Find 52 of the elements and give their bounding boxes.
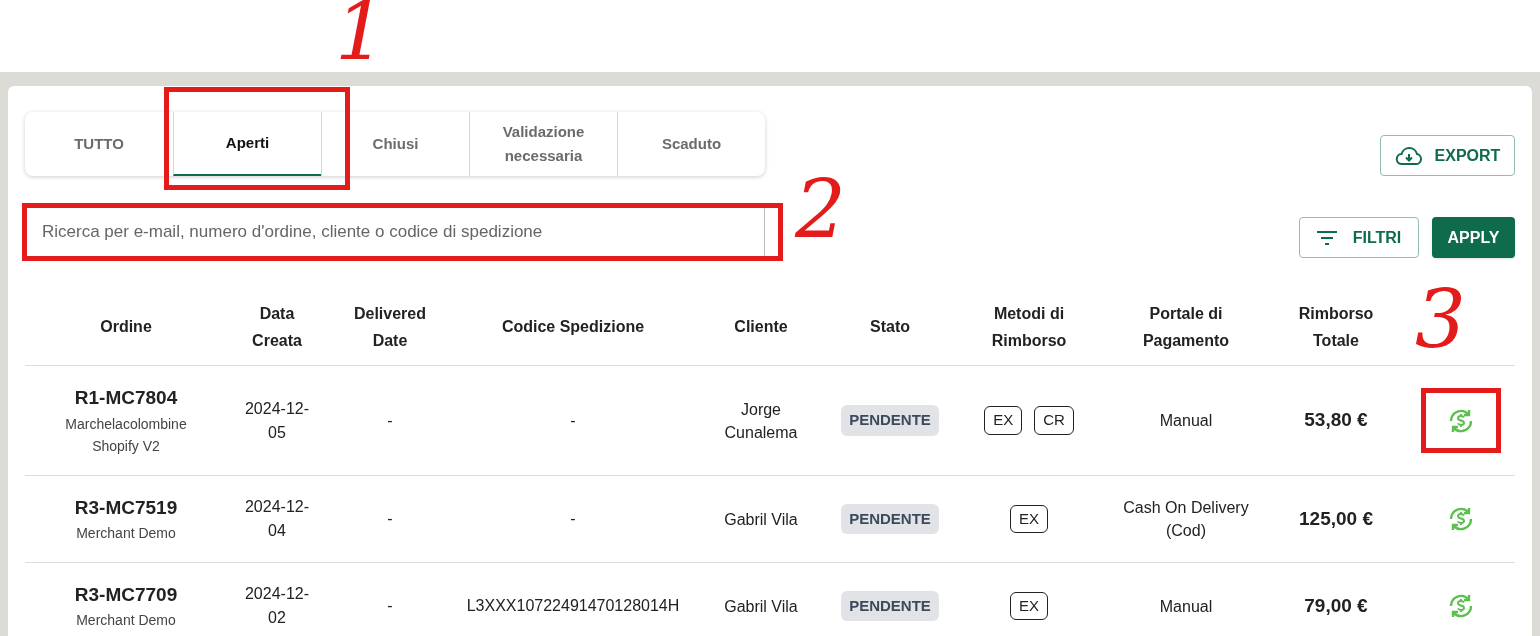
method-tag: EX [1010, 504, 1048, 534]
merchant-name: Merchant Demo [75, 611, 177, 631]
column-header: Metodi di Rimborso [990, 303, 1068, 351]
filter-icon [1316, 230, 1337, 245]
table-cell-text: Cash On Delivery (Cod) [1122, 498, 1250, 541]
status-badge: PENDENTE [841, 590, 939, 622]
method-tag: EX [1010, 591, 1048, 621]
annotation-number: 3 [1415, 272, 1466, 368]
table-cell-text: Manual [1158, 596, 1214, 617]
table-cell-text: - [387, 410, 393, 431]
column-header: Data Creata [251, 303, 303, 351]
column-header: Codice Spedizione [500, 317, 646, 337]
table-cell-text: Manual [1158, 411, 1214, 431]
method-tag: EX [984, 406, 1023, 435]
annotation-number: 2 [795, 162, 846, 258]
table-cell-text: 2024-12-04 [243, 497, 310, 541]
table-cell-text: 2024-12-02 [243, 584, 310, 628]
table-cell-text: - [570, 509, 576, 529]
method-tag: CR [1034, 406, 1074, 435]
column-header: Stato [869, 317, 911, 337]
column-header: Cliente [733, 317, 789, 337]
tab[interactable]: TUTTO [25, 112, 173, 176]
cloud-download-icon [1394, 145, 1423, 166]
tab[interactable]: Validazione necessaria [469, 112, 617, 176]
table-cell-text: 53,80 € [1304, 408, 1368, 433]
table-cell-text: 125,00 € [1299, 506, 1373, 531]
order-number[interactable]: R1-MC7804 [74, 384, 178, 413]
table-cell-text: - [387, 596, 393, 616]
table-cell-text: - [387, 509, 393, 529]
table-cell-text: L3XXX10722491470128014H [466, 596, 680, 616]
merchant-name: Marchelacolombine Shopify V2 [64, 414, 188, 456]
column-header: Delivered Date [352, 303, 427, 351]
tab[interactable]: Chiusi [321, 112, 469, 176]
merchant-name: Merchant Demo [75, 524, 177, 544]
tab[interactable]: Scaduto [617, 112, 765, 176]
table-cell-text: Gabril Vila [724, 596, 798, 617]
column-header: Portale di Pagamento [1141, 303, 1231, 351]
table-cell-text: 79,00 € [1304, 593, 1368, 618]
table-cell-text: Jorge Cunalema [723, 399, 799, 443]
column-header: Rimborso Totale [1297, 303, 1375, 351]
export-button[interactable]: EXPORT [1380, 135, 1515, 176]
status-badge: PENDENTE [841, 405, 939, 436]
order-number[interactable]: R3-MC7519 [74, 493, 178, 523]
filter-button[interactable]: FILTRI [1299, 217, 1419, 258]
apply-button[interactable]: APPLY [1432, 217, 1515, 258]
column-header: Ordine [99, 317, 153, 337]
status-badge: PENDENTE [841, 503, 939, 535]
table-cell-text: Gabril Vila [724, 509, 798, 530]
order-number[interactable]: R3-MC7709 [74, 580, 178, 610]
table-cell-text: - [570, 410, 576, 431]
tab[interactable]: Aperti [173, 112, 321, 176]
table-cell-text: 2024-12-05 [243, 398, 310, 443]
